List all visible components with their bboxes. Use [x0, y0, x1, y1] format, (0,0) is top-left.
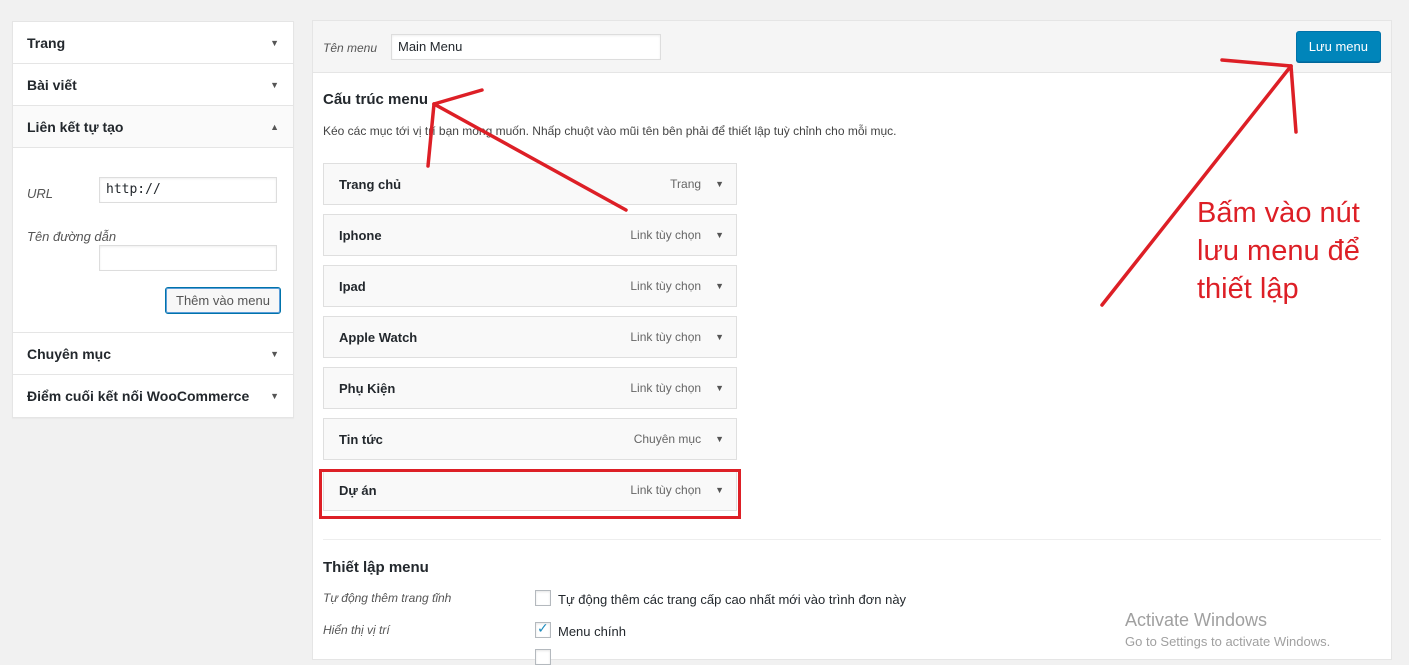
menu-item-type: Link tùy chọn: [630, 279, 702, 293]
watermark-title: Activate Windows: [1125, 610, 1268, 630]
url-label: URL: [27, 186, 54, 201]
display-location-label: Hiển thị vị trí: [323, 623, 390, 637]
save-menu-button[interactable]: Lưu menu: [1295, 31, 1381, 62]
chevron-down-icon: ▼: [270, 348, 279, 359]
checkmark-icon: ✓: [537, 620, 549, 636]
url-input[interactable]: http://: [99, 177, 277, 203]
menu-item-type: Trang: [670, 177, 702, 191]
add-to-menu-button[interactable]: Thêm vào menu: [165, 287, 281, 314]
menu-name-input[interactable]: Main Menu: [391, 34, 661, 60]
menu-item-type: Link tùy chọn: [630, 483, 702, 497]
accordion-woocommerce-endpoints[interactable]: Điểm cuối kết nối WooCommerce ▼: [13, 375, 293, 417]
chevron-down-icon: ▼: [270, 391, 279, 401]
annotation-line: thiết lập: [1197, 273, 1299, 305]
annotation-line: Bấm vào nút: [1197, 197, 1360, 229]
menu-structure-title: Cấu trúc menu: [323, 91, 429, 108]
menu-item-title: Iphone: [339, 227, 382, 243]
divider: [323, 539, 1381, 540]
annotation-text: Bấm vào nút lưu menu để thiết lập: [1197, 194, 1397, 308]
annotation-line: lưu menu để: [1197, 235, 1360, 267]
accordion-woocommerce-label: Điểm cuối kết nối WooCommerce: [27, 388, 250, 404]
menu-item-phu-kien[interactable]: Phụ Kiện Link tùy chọn ▼: [323, 367, 737, 409]
menu-item-trang-chu[interactable]: Trang chủ Trang ▼: [323, 163, 737, 205]
menu-item-title: Trang chủ: [339, 176, 402, 192]
chevron-down-icon[interactable]: ▼: [715, 485, 724, 495]
watermark-subtitle: Go to Settings to activate Windows.: [1125, 634, 1331, 649]
chevron-up-icon: ▲: [270, 121, 279, 132]
add-menu-items-panel: Trang ▼ Bài viết ▼ Liên kết tự tạo ▲ URL…: [12, 21, 294, 418]
chevron-down-icon[interactable]: ▼: [715, 332, 724, 342]
chevron-down-icon[interactable]: ▼: [715, 383, 724, 393]
menu-item-tin-tuc[interactable]: Tin tức Chuyên mục ▼: [323, 418, 737, 460]
menu-item-ipad[interactable]: Ipad Link tùy chọn ▼: [323, 265, 737, 307]
link-text-label: Tên đường dẫn: [27, 229, 117, 244]
menu-item-title: Ipad: [339, 278, 366, 294]
menu-item-apple-watch[interactable]: Apple Watch Link tùy chọn ▼: [323, 316, 737, 358]
menu-item-title: Phụ Kiện: [339, 380, 396, 396]
menu-settings-title: Thiết lập menu: [323, 559, 429, 576]
chevron-down-icon[interactable]: ▼: [715, 434, 724, 444]
menu-item-title: Dự án: [339, 482, 377, 498]
link-text-input[interactable]: [99, 245, 277, 271]
menu-item-title: Tin tức: [339, 431, 383, 447]
menu-name-label: Tên menu: [323, 41, 378, 55]
auto-add-pages-checkbox[interactable]: [535, 590, 551, 606]
chevron-down-icon: ▼: [270, 79, 279, 90]
chevron-down-icon[interactable]: ▼: [715, 179, 724, 189]
menu-header: Tên menu Main Menu Lưu menu: [313, 21, 1391, 73]
accordion-custom-links[interactable]: Liên kết tự tạo ▲: [13, 106, 293, 148]
custom-links-body: URL http:// Tên đường dẫn Thêm vào menu: [13, 148, 293, 333]
accordion-categories-label: Chuyên mục: [27, 345, 112, 362]
menu-item-type: Link tùy chọn: [630, 330, 702, 344]
menu-management-panel: Tên menu Main Menu Lưu menu Cấu trúc men…: [312, 20, 1392, 665]
auto-add-pages-label: Tự động thêm trang tĩnh: [323, 591, 452, 605]
menu-item-type: Link tùy chọn: [630, 381, 702, 395]
menu-structure-description: Kéo các mục tới vị trí bạn mong muốn. Nh…: [323, 124, 897, 138]
accordion-pages[interactable]: Trang ▼: [13, 22, 293, 64]
accordion-posts[interactable]: Bài viết ▼: [13, 64, 293, 106]
accordion-categories[interactable]: Chuyên mục ▼: [13, 333, 293, 375]
menu-item-iphone[interactable]: Iphone Link tùy chọn ▼: [323, 214, 737, 256]
primary-menu-checkbox[interactable]: ✓: [535, 620, 551, 638]
chevron-down-icon: ▼: [270, 37, 279, 48]
chevron-down-icon[interactable]: ▼: [715, 230, 724, 240]
auto-add-pages-option: Tự động thêm các trang cấp cao nhất mới …: [558, 592, 907, 607]
menu-item-type: Chuyên mục: [633, 432, 702, 446]
chevron-down-icon[interactable]: ▼: [715, 281, 724, 291]
menu-item-type: Link tùy chọn: [630, 228, 702, 242]
accordion-custom-links-label: Liên kết tự tạo: [27, 118, 124, 135]
primary-menu-option: Menu chính: [558, 624, 626, 639]
menu-item-du-an[interactable]: Dự án Link tùy chọn ▼: [323, 469, 737, 511]
accordion-pages-label: Trang: [27, 34, 66, 51]
menu-item-title: Apple Watch: [339, 329, 418, 345]
windows-activation-watermark: Activate Windows Go to Settings to activ…: [1125, 610, 1330, 649]
secondary-location-checkbox[interactable]: [535, 649, 551, 665]
accordion-posts-label: Bài viết: [27, 76, 77, 93]
